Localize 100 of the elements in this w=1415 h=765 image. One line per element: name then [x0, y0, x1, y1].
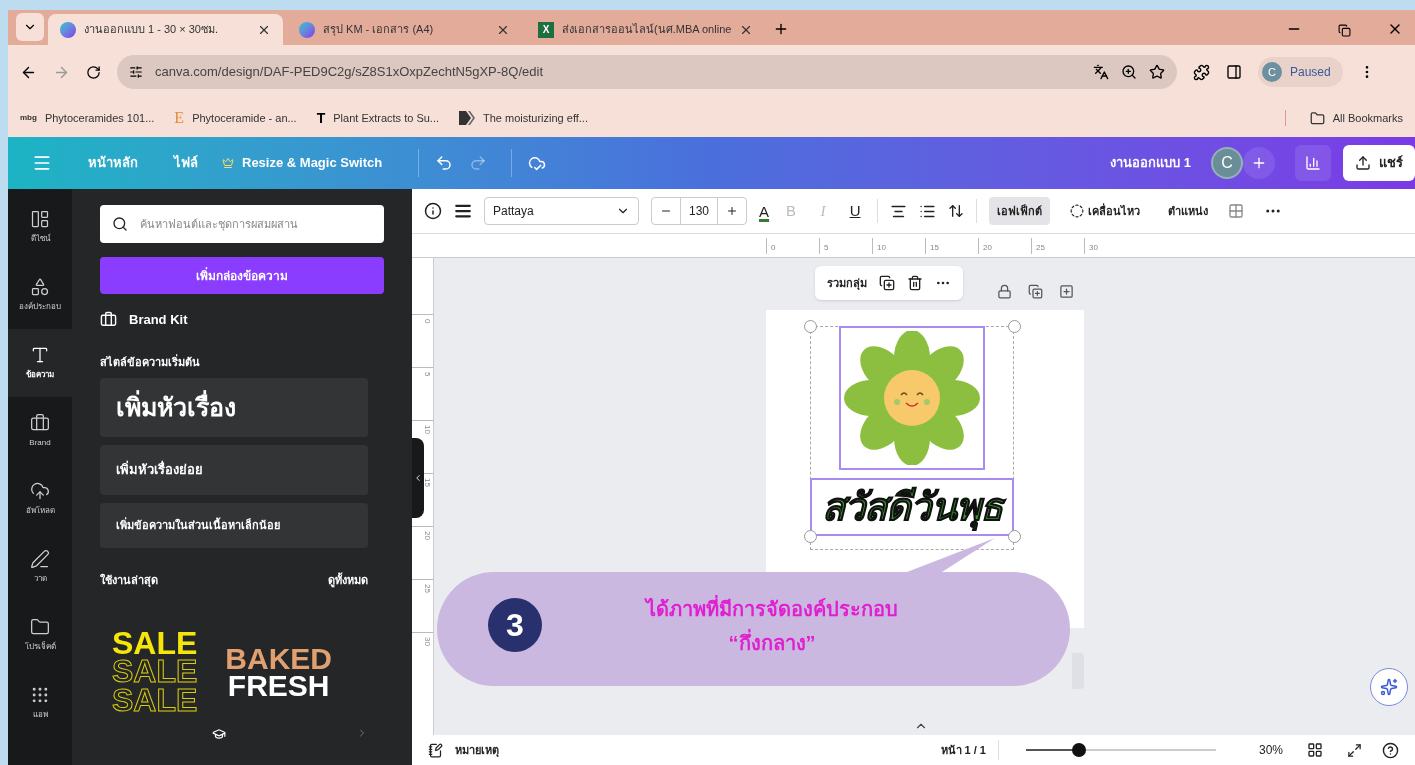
brand-kit-link[interactable]: Brand Kit — [100, 310, 384, 330]
insights-button[interactable] — [1295, 145, 1331, 181]
zoom-icon[interactable] — [1121, 64, 1137, 80]
add-text-box-button[interactable]: เพิ่มกล่องข้อความ — [100, 257, 384, 294]
canva-logo-icon — [299, 21, 315, 38]
text-style-button[interactable]: เพิ่มหัวเรื่องย่อย — [100, 445, 368, 495]
side-panel-icon[interactable] — [1226, 64, 1242, 80]
transparency-icon[interactable] — [1228, 203, 1245, 219]
bookmark-link[interactable]: T Plant Extracts to Su... — [316, 109, 440, 127]
info-icon[interactable] — [424, 202, 442, 220]
site-logo-icon: mbg — [20, 112, 37, 124]
avatar[interactable]: C — [1211, 147, 1243, 179]
ruler-label: 15 — [925, 238, 978, 254]
group-button[interactable]: รวมกลุ่ม — [827, 274, 867, 292]
ruler-label: 25 — [412, 579, 433, 632]
lines-icon[interactable] — [454, 202, 472, 220]
panel-collapse-handle[interactable] — [412, 438, 424, 518]
browser-tab[interactable]: สรุป KM - เอกสาร (A4) — [287, 14, 522, 45]
resize-handle[interactable] — [1008, 320, 1021, 333]
rail-item[interactable]: อัพโหลด — [8, 465, 72, 533]
rail-item[interactable]: โปรเจ็คต์ — [8, 601, 72, 669]
share-icon — [1355, 155, 1371, 171]
format-button[interactable]: U — [845, 199, 866, 223]
duplicate-icon[interactable] — [879, 275, 895, 291]
folder-icon — [1309, 110, 1325, 126]
site-settings-icon[interactable] — [129, 65, 143, 79]
text-style-button[interactable]: เพิ่มข้อความในส่วนเนื้อหาเล็กน้อย — [100, 503, 368, 548]
toolbar-button[interactable]: เอฟเฟ็กต์ — [989, 197, 1051, 225]
duplicate-page-icon[interactable] — [1028, 284, 1043, 299]
lock-icon[interactable] — [997, 284, 1012, 299]
bookmark-label: Phytoceramides 101... — [44, 110, 155, 126]
rail-item[interactable]: ดีไซน์ — [8, 193, 72, 261]
notes-button[interactable]: หมายเหตุ — [455, 741, 499, 759]
rail-item[interactable]: องค์ประกอบ — [8, 261, 72, 329]
fullscreen-icon[interactable] — [1347, 742, 1362, 758]
bookmark-link[interactable]: E Phytoceramide - an... — [174, 109, 297, 127]
page-counter[interactable]: หน้า 1 / 1 — [940, 741, 986, 759]
text-style-button[interactable]: เพิ่มหัวเรื่อง — [100, 378, 368, 437]
zoom-slider-thumb[interactable] — [1072, 743, 1087, 757]
notes-icon[interactable] — [428, 742, 443, 758]
extensions-icon[interactable] — [1193, 63, 1210, 81]
section-title: สไตล์ข้อความเริ่มต้น — [100, 353, 201, 370]
rail-item[interactable]: Brand — [8, 397, 72, 465]
font-combo-preview[interactable]: BAKED FRESH — [225, 644, 332, 699]
ruler-label: 10 — [872, 238, 925, 254]
add-page-icon[interactable] — [1059, 284, 1074, 299]
recent-title: ใช้งานล่าสุด — [100, 572, 158, 589]
restore-icon[interactable] — [1338, 24, 1351, 37]
rail-item[interactable]: วาด — [8, 533, 72, 601]
delete-icon[interactable] — [907, 275, 923, 291]
text-color-button[interactable]: A — [759, 203, 770, 219]
undo-icon[interactable] — [435, 154, 454, 172]
tab-title: สรุป KM - เอกสาร (A4) — [323, 22, 435, 38]
rail-item[interactable]: แอพ — [8, 669, 72, 737]
toolbar-button[interactable]: ตำแหน่ง — [1160, 197, 1217, 225]
magic-button[interactable] — [1370, 668, 1408, 706]
profile-button[interactable]: C Paused — [1258, 57, 1343, 87]
font-dropdown[interactable]: Pattaya — [484, 197, 639, 225]
all-bookmarks-label: All Bookmarks — [1332, 110, 1403, 126]
browser-tab[interactable]: งานออกแบบ 1 - 30 × 30ซม. — [48, 14, 283, 45]
folder-icon — [30, 617, 50, 637]
search-icon — [112, 216, 128, 232]
search-field[interactable]: ค้นหาฟอนต์และชุดการผสมผสาน — [100, 205, 384, 243]
translate-icon[interactable] — [1093, 64, 1109, 80]
tab-title: ส่งเอกสารออนไลน์(นศ.MBA online — [562, 22, 732, 38]
spacing-icon[interactable] — [948, 203, 965, 219]
toolbar-button[interactable]: เคลื่อนไหว — [1062, 197, 1149, 225]
resize-handle[interactable] — [804, 320, 817, 333]
zoom-percent[interactable]: 30% — [1243, 741, 1283, 759]
design-title[interactable]: งานออกแบบ 1 — [1110, 153, 1191, 173]
browser-tab[interactable]: X ส่งเอกสารออนไลน์(นศ.MBA online — [526, 14, 766, 45]
grid-view-icon[interactable] — [1307, 742, 1323, 758]
see-all-link[interactable]: ดูทั้งหมด — [328, 572, 368, 589]
resize-handle[interactable] — [1008, 530, 1021, 543]
bookmark-label: Phytoceramide - an... — [192, 110, 297, 126]
canva-logo-icon — [60, 21, 76, 38]
share-button[interactable]: แชร์ — [1343, 145, 1415, 181]
site-logo-icon — [459, 111, 476, 125]
font-size-value[interactable]: 130 — [680, 198, 719, 224]
bookmark-label: The moisturizing eff... — [483, 110, 588, 126]
star-icon[interactable] — [1149, 64, 1165, 80]
help-icon[interactable] — [1382, 741, 1399, 759]
font-size-stepper[interactable]: 130 — [651, 197, 748, 225]
cloud-saved-icon[interactable] — [528, 154, 547, 172]
resize-handle[interactable] — [804, 530, 817, 543]
site-logo-icon: T — [316, 111, 326, 125]
ruler-label: 20 — [978, 238, 1031, 254]
pen-icon — [30, 549, 50, 569]
bookmark-link[interactable]: mbg Phytoceramides 101... — [20, 109, 155, 127]
add-collaborator-button[interactable] — [1243, 147, 1275, 179]
chart-icon — [1305, 155, 1321, 171]
reload-icon[interactable] — [86, 64, 101, 80]
font-combo-preview[interactable]: SALE SALE SALE — [112, 628, 198, 715]
ruler-label: 30 — [412, 632, 433, 685]
rail-item[interactable]: ข้อความ — [8, 329, 72, 397]
bookmark-link[interactable]: The moisturizing eff... — [459, 109, 588, 127]
address-field[interactable]: canva.com/design/DAF-PED9C2g/sZ8S1xOxpZechtN5gXP-8Q/edit — [117, 55, 1177, 89]
plus-icon[interactable] — [726, 205, 739, 217]
all-bookmarks-link[interactable]: All Bookmarks — [1309, 109, 1403, 127]
layout-icon — [30, 209, 50, 229]
